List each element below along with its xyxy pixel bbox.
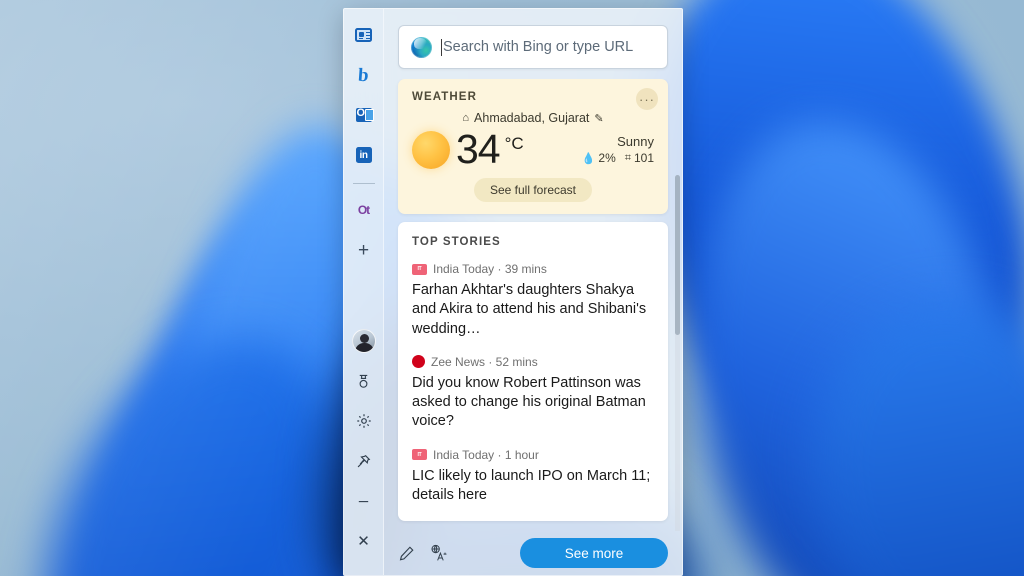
aqi-value: 101 xyxy=(633,151,654,166)
story-source-row: Zee News · 52 mins xyxy=(412,355,654,369)
story-headline[interactable]: Did you know Robert Pattinson was asked … xyxy=(412,374,654,432)
see-more-button[interactable]: See more xyxy=(520,538,668,568)
see-full-forecast-button[interactable]: See full forecast xyxy=(473,178,593,202)
precipitation-value: 2% xyxy=(598,151,616,166)
story-headline[interactable]: Farhan Akhtar's daughters Shakya and Aki… xyxy=(412,281,654,339)
search-section: Search with Bing or type URL xyxy=(384,9,682,79)
app-sidebar: b in Ot + xyxy=(344,9,384,575)
sun-icon xyxy=(412,130,450,169)
weather-more-button[interactable]: ··· xyxy=(636,88,658,110)
weather-location: Ahmadabad, Gujarat xyxy=(474,111,590,125)
sidebar-item-settings[interactable] xyxy=(350,407,378,435)
pin-icon xyxy=(356,454,371,469)
sidebar-item-outlook[interactable] xyxy=(350,101,378,129)
sidebar-item-add[interactable]: + xyxy=(350,236,378,264)
news-story[interactable]: IT India Today · 1 hour LIC likely to la… xyxy=(412,448,654,506)
weather-location-row: ⌂ Ahmadabad, Gujarat ✎ xyxy=(412,111,654,125)
india-today-logo-icon: IT xyxy=(412,449,427,461)
weather-card: WEATHER ··· ⌂ Ahmadabad, Gujarat ✎ 34 °C… xyxy=(398,79,668,214)
weather-card-label: WEATHER xyxy=(412,91,477,103)
feed-scrollbar-thumb[interactable] xyxy=(675,175,680,335)
water-drop-icon: 💧 xyxy=(581,152,596,165)
sidebar-item-news-feed[interactable] xyxy=(350,21,378,49)
translate-icon[interactable] xyxy=(429,544,447,562)
close-icon: ✕ xyxy=(357,532,370,550)
gear-icon xyxy=(356,413,372,429)
sidebar-item-linkedin[interactable]: in xyxy=(350,141,378,169)
feed-scroll-area[interactable]: WEATHER ··· ⌂ Ahmadabad, Gujarat ✎ 34 °C… xyxy=(384,79,682,531)
panel-content: Search with Bing or type URL WEATHER ···… xyxy=(384,9,682,575)
story-source-row: IT India Today · 1 hour xyxy=(412,448,654,462)
edit-location-pencil-icon[interactable]: ✎ xyxy=(594,112,603,125)
weather-unit: °C xyxy=(504,134,524,153)
bing-icon: b xyxy=(357,64,370,86)
edge-logo-icon xyxy=(411,36,432,58)
home-icon: ⌂ xyxy=(462,112,470,124)
story-meta: India Today · 39 mins xyxy=(433,262,547,276)
sidebar-item-office[interactable]: Ot xyxy=(350,196,378,224)
top-stories-card: TOP STORIES IT India Today · 39 mins Far… xyxy=(398,222,668,522)
weather-details: Sunny 💧 2% ⌗ 101 xyxy=(582,134,654,166)
linkedin-icon: in xyxy=(355,147,372,163)
weather-stats: 💧 2% ⌗ 101 xyxy=(582,151,654,165)
edge-bar-panel: b in Ot + xyxy=(343,8,683,576)
feed-scrollbar[interactable] xyxy=(675,175,680,531)
precipitation-stat: 💧 2% xyxy=(582,151,616,165)
story-meta: Zee News · 52 mins xyxy=(431,354,538,369)
office-icon: Ot xyxy=(357,203,370,217)
sidebar-item-minimize[interactable] xyxy=(350,487,378,515)
news-story[interactable]: Zee News · 52 mins Did you know Robert P… xyxy=(412,355,654,432)
weather-temperature: 34 xyxy=(456,126,501,172)
sidebar-item-pin[interactable] xyxy=(350,447,378,475)
india-today-logo-icon: IT xyxy=(412,263,427,275)
zee-news-logo-icon xyxy=(412,355,425,369)
bottom-toolbar: See more xyxy=(384,531,682,575)
sidebar-item-close[interactable]: ✕ xyxy=(350,527,378,555)
avatar xyxy=(351,329,376,353)
aqi-stat: ⌗ 101 xyxy=(625,151,654,165)
edit-pencil-icon[interactable] xyxy=(398,545,415,562)
sidebar-item-bing[interactable]: b xyxy=(350,61,378,89)
story-meta: India Today · 1 hour xyxy=(433,447,539,462)
search-bar[interactable]: Search with Bing or type URL xyxy=(398,25,668,69)
sidebar-divider xyxy=(352,183,375,184)
story-headline[interactable]: LIC likely to launch IPO on March 11; de… xyxy=(412,467,654,506)
weather-main-row: 34 °C Sunny 💧 2% ⌗ 101 xyxy=(412,129,654,170)
rewards-medal-icon xyxy=(356,374,371,389)
search-input[interactable]: Search with Bing or type URL xyxy=(443,39,633,55)
text-caret xyxy=(441,38,442,56)
top-stories-label: TOP STORIES xyxy=(412,236,501,248)
plus-icon: + xyxy=(357,239,370,261)
sidebar-item-account[interactable] xyxy=(350,327,378,355)
sidebar-item-rewards[interactable] xyxy=(350,367,378,395)
news-feed-icon xyxy=(355,28,372,42)
outlook-icon xyxy=(355,107,374,122)
weather-condition: Sunny xyxy=(617,133,654,149)
news-story[interactable]: IT India Today · 39 mins Farhan Akhtar's… xyxy=(412,262,654,339)
story-source-row: IT India Today · 39 mins xyxy=(412,262,654,276)
minimize-icon xyxy=(356,494,371,509)
air-quality-icon: ⌗ xyxy=(624,151,631,164)
